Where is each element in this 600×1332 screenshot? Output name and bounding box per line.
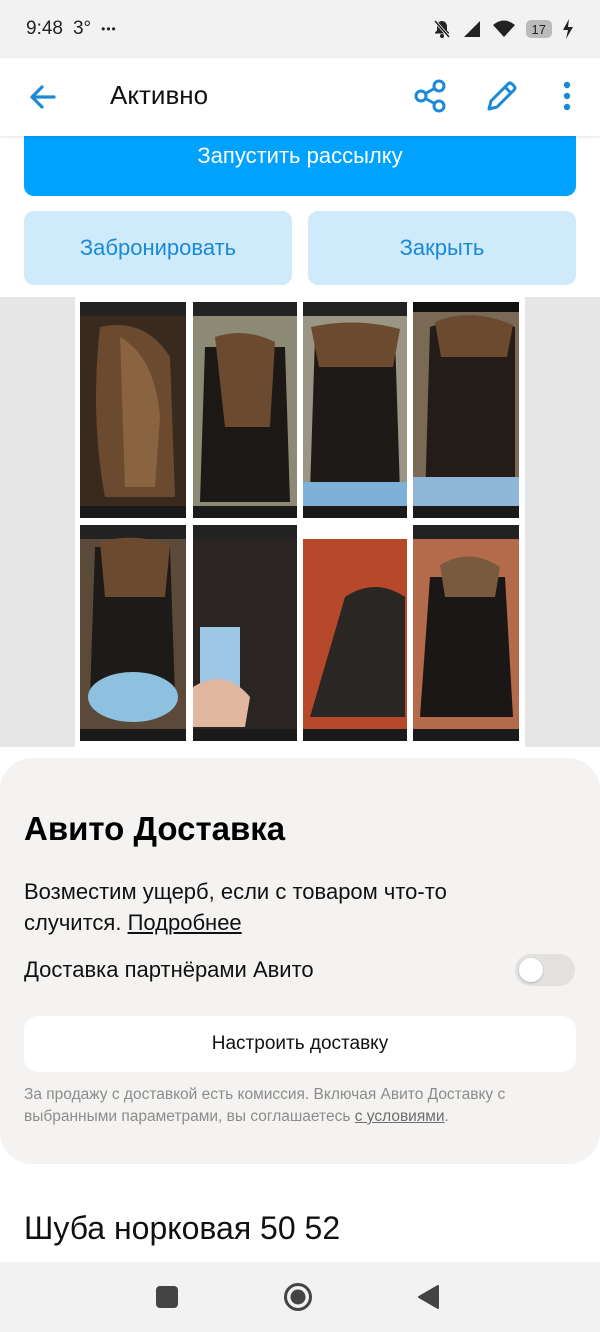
setup-delivery-label: Настроить доставку [211, 1033, 389, 1054]
arrow-left-icon[interactable] [26, 80, 60, 114]
home-circle-icon[interactable] [283, 1282, 313, 1312]
wifi-icon [492, 20, 515, 37]
page-title: Активно [110, 80, 209, 110]
delivery-fineprint: За продажу с доставкой есть комиссия. Вк… [24, 1084, 564, 1128]
charging-icon [563, 19, 573, 39]
pencil-icon[interactable] [484, 78, 520, 114]
delivery-card: Авито Доставка Возместим ущерб, если с т… [0, 758, 600, 1164]
status-time: 9:48 [26, 18, 63, 39]
fineprint-end: . [444, 1108, 449, 1125]
partner-delivery-label: Доставка партнёрами Авито [24, 957, 314, 982]
close-label: Закрыть [399, 235, 485, 260]
signal-icon [463, 21, 480, 37]
more-vert-icon[interactable] [556, 78, 578, 114]
partner-delivery-toggle[interactable] [515, 954, 575, 986]
setup-delivery-button[interactable]: Настроить доставку [24, 1016, 576, 1072]
status-temperature: 3° [72, 18, 92, 39]
share-icon[interactable] [412, 78, 448, 114]
recents-square-icon[interactable] [156, 1286, 178, 1308]
delivery-description: Возместим ущерб, если с товаром что-то с… [24, 876, 544, 938]
bell-off-icon [433, 20, 450, 38]
book-button[interactable]: Забронировать [24, 211, 292, 285]
app-bar: Активно [0, 58, 600, 136]
close-listing-button[interactable]: Закрыть [308, 211, 576, 285]
fur-coat-photo [75, 297, 525, 747]
more-info-link[interactable]: Подробнее [128, 910, 242, 935]
delivery-title: Авито Доставка [24, 810, 286, 847]
system-nav-bar [0, 1262, 600, 1332]
listing-title: Шуба норковая 50 52 [24, 1210, 341, 1246]
start-mailing-label: Запустить рассылку [197, 143, 403, 168]
book-label: Забронировать [79, 235, 237, 260]
terms-link[interactable]: с условиями [355, 1108, 445, 1125]
battery-icon: 17 [525, 20, 552, 38]
photo-gallery[interactable] [0, 297, 600, 747]
status-bar: 9:48 3° ••• 17 [0, 0, 600, 58]
toggle-knob [519, 958, 543, 982]
status-more: ••• [101, 22, 117, 36]
back-triangle-icon[interactable] [416, 1284, 440, 1310]
photo-collage[interactable] [75, 297, 525, 747]
